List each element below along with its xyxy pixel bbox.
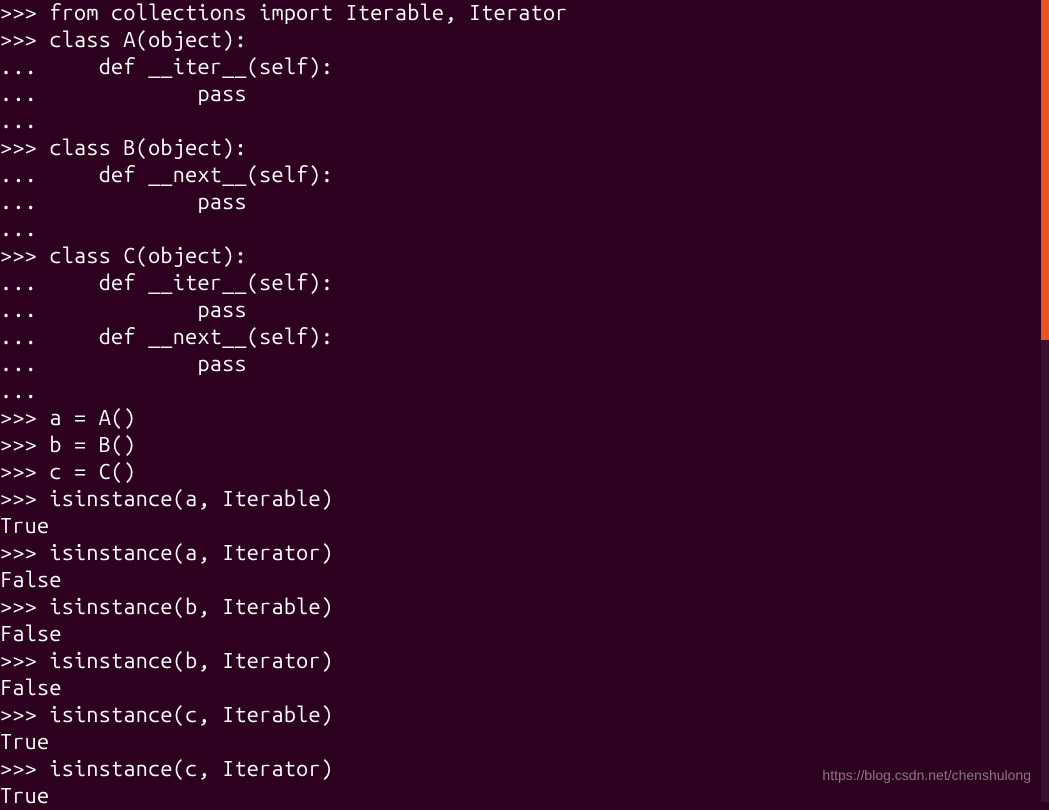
terminal-line: ... xyxy=(0,216,1049,243)
scrollbar-thumb[interactable] xyxy=(1041,0,1049,340)
terminal-line: >>> class B(object): xyxy=(0,135,1049,162)
terminal-line: >>> isinstance(a, Iterator) xyxy=(0,540,1049,567)
terminal-line: ... def __iter__(self): xyxy=(0,54,1049,81)
terminal-line: >>> c = C() xyxy=(0,459,1049,486)
terminal-line: ... def __iter__(self): xyxy=(0,270,1049,297)
terminal-line: ... pass xyxy=(0,297,1049,324)
terminal-line: >>> from collections import Iterable, It… xyxy=(0,0,1049,27)
scrollbar-track[interactable] xyxy=(1041,0,1049,802)
terminal-line: ... pass xyxy=(0,81,1049,108)
terminal-line: ... pass xyxy=(0,351,1049,378)
terminal-line: >>> isinstance(b, Iterator) xyxy=(0,648,1049,675)
terminal-line: >>> isinstance(b, Iterable) xyxy=(0,594,1049,621)
terminal-line: ... xyxy=(0,108,1049,135)
terminal-line: ... pass xyxy=(0,189,1049,216)
terminal-line: >>> class C(object): xyxy=(0,243,1049,270)
terminal-line: ... def __next__(self): xyxy=(0,162,1049,189)
terminal-line: >>> class A(object): xyxy=(0,27,1049,54)
terminal-line: True xyxy=(0,729,1049,756)
terminal-line: False xyxy=(0,567,1049,594)
terminal-line: ... xyxy=(0,378,1049,405)
terminal-line: >>> isinstance(c, Iterable) xyxy=(0,702,1049,729)
terminal-line: >>> isinstance(a, Iterable) xyxy=(0,486,1049,513)
terminal-line: False xyxy=(0,621,1049,648)
watermark-text: https://blog.csdn.net/chenshulong xyxy=(822,762,1031,789)
terminal-output[interactable]: >>> from collections import Iterable, It… xyxy=(0,0,1049,810)
terminal-line: True xyxy=(0,513,1049,540)
terminal-line: >>> a = A() xyxy=(0,405,1049,432)
terminal-line: >>> b = B() xyxy=(0,432,1049,459)
terminal-line: False xyxy=(0,675,1049,702)
terminal-line: ... def __next__(self): xyxy=(0,324,1049,351)
